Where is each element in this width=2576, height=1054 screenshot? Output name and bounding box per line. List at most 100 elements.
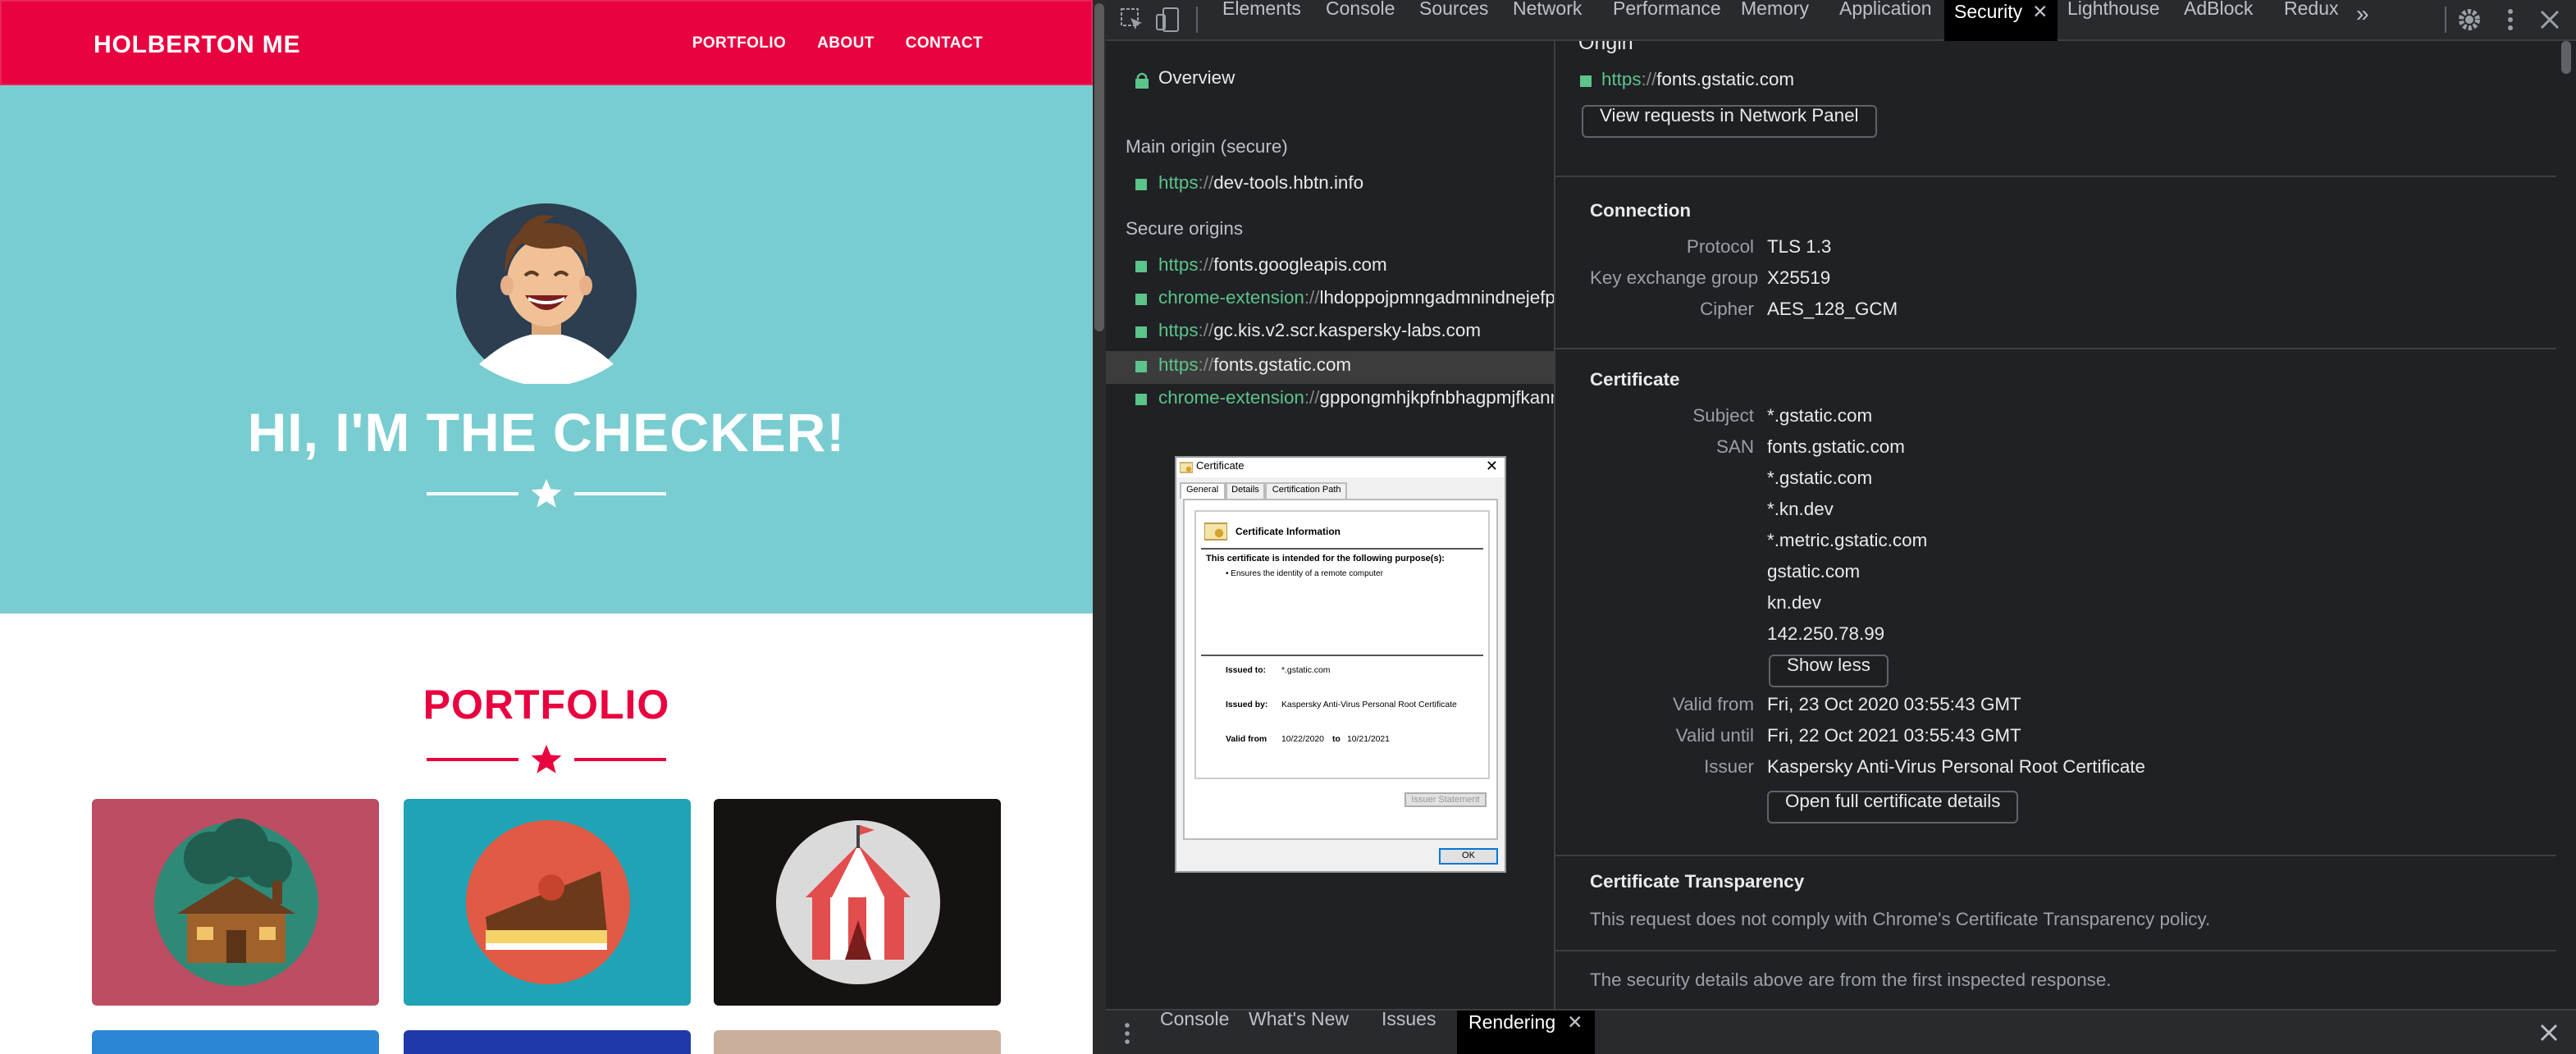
valid-from-value: Fri, 23 Oct 2020 03:55:43 GMT [1767,696,2021,715]
tab-lighthouse[interactable]: Lighthouse [2067,0,2160,41]
device-toolbar-icon[interactable] [1155,7,1181,33]
cert-tab-path[interactable]: Certification Path [1265,482,1348,499]
lock-icon [1135,72,1149,89]
tab-sources[interactable]: Sources [1419,0,1488,41]
open-certificate-button[interactable]: Open full certificate details [1767,791,2019,824]
star-icon [531,745,562,773]
drawer-tab-whats-new[interactable]: What's New [1249,1011,1349,1054]
main-origin-heading: Main origin (secure) [1126,138,1288,157]
certificate-panel: Certificate Information This certificate… [1183,499,1498,840]
portfolio-heading: PORTFOLIO [422,682,670,728]
view-requests-button[interactable]: View requests in Network Panel [1582,105,1877,138]
website-scrollbar[interactable] [1093,0,1106,1054]
secure-indicator [1135,179,1147,190]
tab-network[interactable]: Network [1513,0,1582,41]
protocol-value: TLS 1.3 [1767,238,1832,258]
cert-tab-details[interactable]: Details [1225,482,1266,499]
inspect-element-icon[interactable] [1119,7,1145,33]
san-label: SAN [1715,438,1754,458]
portfolio-tile-cabin[interactable] [92,799,379,1006]
sidebar-item-origin-selected[interactable]: https://fonts.gstatic.com [1106,351,1554,384]
tab-security[interactable]: Security ✕ [1944,0,2058,41]
nav-link-about[interactable]: ABOUT [817,34,875,52]
sidebar-item-origin[interactable]: chrome-extension://gppongmhjkpfnbhagpmjf… [1106,384,1554,417]
hero-section: HI, I'M THE CHECKER! [0,85,1093,614]
nav-link-contact[interactable]: CONTACT [906,34,983,52]
origin-url: https://fonts.gstatic.com [1601,71,1795,90]
portfolio-tile-6[interactable] [714,1030,1001,1054]
san-value: *.gstatic.com [1767,469,1873,489]
kebab-menu-icon[interactable] [2497,7,2523,33]
portfolio-divider [427,743,666,776]
nav-link-portfolio[interactable]: PORTFOLIO [692,34,786,52]
close-tab-icon[interactable]: ✕ [2032,3,2048,23]
san-value: *.kn.dev [1767,500,1834,520]
connection-heading: Connection [1590,202,1692,221]
drawer-tab-console[interactable]: Console [1160,1011,1229,1054]
site-brand[interactable]: HOLBERTON ME [94,31,300,59]
cert-tab-general[interactable]: General [1180,482,1226,499]
avatar [456,203,637,384]
secure-indicator [1580,75,1592,87]
portfolio-tile-circus[interactable] [714,799,1001,1006]
origin-heading: Origin [1578,41,1633,54]
ct-text: This request does not comply with Chrome… [1590,910,2211,930]
tab-redux[interactable]: Redux [2284,0,2339,41]
tab-console[interactable]: Console [1326,0,1395,41]
certificate-tabs: General Details Certification Path [1180,482,1348,499]
sidebar-item-origin[interactable]: chrome-extension://lhdoppojpmngadmnindne… [1106,284,1554,317]
certificate-heading: Certificate [1590,371,1680,390]
cipher-label: Cipher [1700,300,1754,320]
subject-value: *.gstatic.com [1767,407,1873,427]
show-less-button[interactable]: Show less [1769,655,1889,687]
more-tabs-button[interactable]: » [2356,0,2369,41]
issuer-statement-button[interactable]: Issuer Statement [1404,792,1487,807]
details-scrollbar[interactable] [2556,41,2576,1009]
tab-adblock[interactable]: AdBlock [2184,0,2253,41]
issuer-label: Issuer [1704,758,1754,778]
hero-title: HI, I'M THE CHECKER! [247,402,846,463]
sidebar-item-origin[interactable]: https://gc.kis.v2.scr.kaspersky-labs.com [1106,317,1554,349]
close-drawer-icon[interactable] [2540,1024,2558,1042]
san-value: fonts.gstatic.com [1767,438,1905,458]
gear-icon[interactable] [2456,7,2482,33]
certificate-dialog-titlebar: Certificate ✕ [1176,458,1505,477]
valid-until-value: Fri, 22 Oct 2021 03:55:43 GMT [1767,727,2021,746]
portfolio-tile-cake[interactable] [404,799,691,1006]
site-nav-links: PORTFOLIO ABOUT CONTACT [692,34,983,52]
sidebar-item-origin[interactable]: https://fonts.googleapis.com [1106,251,1554,284]
tab-elements[interactable]: Elements [1222,0,1301,41]
secure-origins-heading: Secure origins [1126,220,1244,240]
valid-from-label: Valid from [1672,696,1754,715]
drawer-tab-rendering[interactable]: Rendering ✕ [1457,1011,1595,1054]
certificate-icon [1204,522,1227,541]
san-value: kn.dev [1767,594,1821,614]
certificate-info-box: Certificate Information This certificate… [1194,510,1490,779]
ok-button[interactable]: OK [1439,848,1498,865]
site-navbar: HOLBERTON ME PORTFOLIO ABOUT CONTACT [0,0,1093,85]
portfolio-tile-5[interactable] [404,1030,691,1054]
website-viewport: HOLBERTON ME PORTFOLIO ABOUT CONTACT HI,… [0,0,1093,1054]
valid-until-label: Valid until [1675,727,1754,746]
ct-heading: Certificate Transparency [1590,873,1805,892]
protocol-label: Protocol [1686,238,1754,258]
devtools-tab-bar: Elements Console Sources Network Perform… [1106,0,2576,41]
tab-memory[interactable]: Memory [1741,0,1809,41]
portfolio-tile-4[interactable] [92,1030,379,1054]
san-value: gstatic.com [1767,563,1861,582]
tab-application[interactable]: Application [1839,0,1932,41]
devtools-drawer: Console What's New Issues Rendering ✕ [1106,1009,2576,1054]
san-value: *.metric.gstatic.com [1767,532,1928,551]
drawer-tab-issues[interactable]: Issues [1382,1011,1436,1054]
hero-divider [427,477,666,510]
close-devtools-icon[interactable] [2537,7,2563,33]
key-exchange-value: X25519 [1767,269,1831,289]
kebab-menu-icon[interactable] [1122,1020,1132,1047]
subject-label: Subject [1692,407,1754,427]
sidebar-item-overview[interactable]: Overview [1106,64,1554,97]
close-icon[interactable]: ✕ [1486,458,1498,476]
tab-performance[interactable]: Performance [1613,0,1721,41]
certificate-icon [1180,462,1193,473]
sidebar-item-main-origin[interactable]: https://dev-tools.hbtn.info [1106,169,1554,202]
close-tab-icon[interactable]: ✕ [1567,1014,1583,1033]
